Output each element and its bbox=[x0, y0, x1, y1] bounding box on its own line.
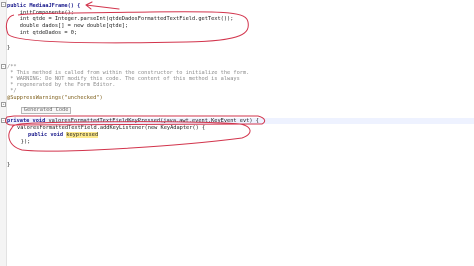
code-line-constructor-close: } bbox=[7, 45, 11, 51]
fold-toggle-generated-code[interactable]: + bbox=[1, 102, 6, 107]
generated-code-label[interactable]: Generated Code bbox=[20, 107, 72, 114]
code-line-parse-qtde: int qtde = Integer.parseInt(qtdeDadosFor… bbox=[7, 16, 234, 22]
fold-toggle-method[interactable]: − bbox=[1, 118, 6, 123]
keypressed-identifier: keypressed bbox=[66, 132, 99, 138]
code-line-add-key-listener: valoresFormattedTextField.addKeyListener… bbox=[17, 125, 206, 131]
code-line-qtde-dados: int qtdeDados = 0; bbox=[7, 30, 78, 36]
fold-toggle-constructor[interactable]: − bbox=[1, 2, 6, 7]
code-line-method-close: } bbox=[7, 162, 11, 168]
annotation-arrow-icon bbox=[85, 1, 120, 10]
code-line-method-signature: private void valoresFormattedTextFieldKe… bbox=[7, 118, 259, 124]
code-line-constructor-signature: public MediaaJFrame() { bbox=[7, 3, 81, 9]
code-line-keypressed: public void keypressed bbox=[28, 132, 99, 138]
code-line-double-array: double dados[] = new double[qtde]; bbox=[7, 23, 129, 29]
editor-gutter bbox=[0, 0, 7, 266]
code-line-anon-close: }); bbox=[8, 139, 31, 145]
method-modifiers: private void bbox=[7, 118, 49, 124]
method-signature-text: valoresFormattedTextFieldKeyPressed(java… bbox=[48, 118, 259, 124]
fold-toggle-javadoc[interactable]: − bbox=[1, 64, 6, 69]
comment-line-3: * regenerated by the Form Editor. bbox=[7, 82, 116, 88]
code-editor[interactable]: − − + − public MediaaJFrame() { initComp… bbox=[0, 0, 474, 266]
keypressed-modifiers: public void bbox=[28, 132, 67, 138]
comment-close: */ bbox=[7, 88, 17, 94]
